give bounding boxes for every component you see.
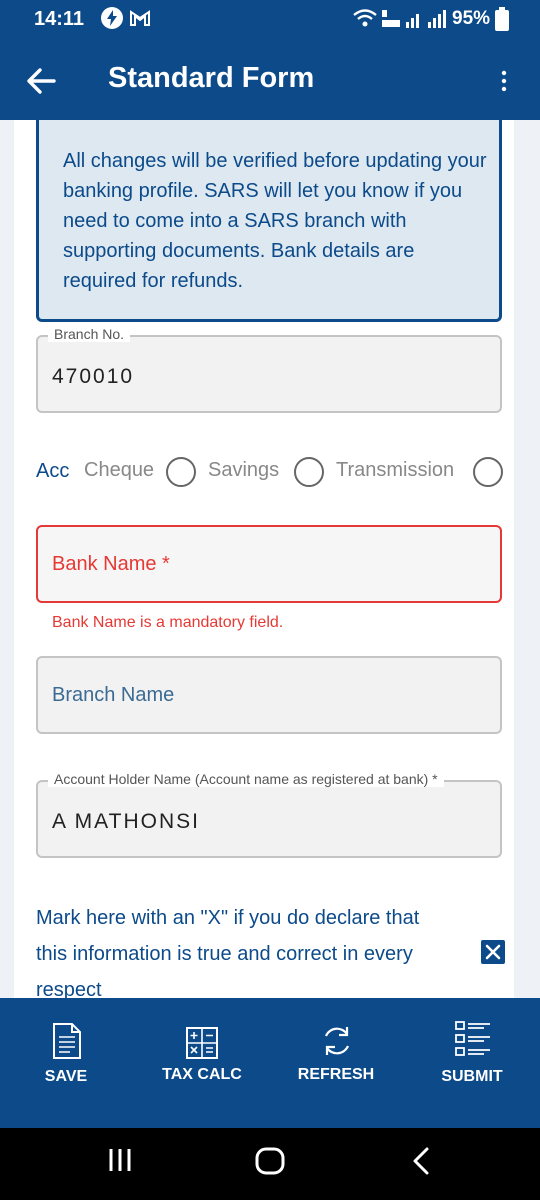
signal-icon <box>404 6 448 35</box>
refresh-button[interactable]: REFRESH <box>290 998 382 1128</box>
status-bar: 14:11 95% <box>0 0 540 40</box>
form-scroll-area[interactable]: All changes will be verified before upda… <box>0 120 540 998</box>
option-savings-label: Savings <box>208 459 280 481</box>
bank-name-error: Bank Name is a mandatory field. <box>52 614 284 631</box>
account-type-label: Acc Type <box>36 460 72 482</box>
calculator-icon <box>186 1027 218 1059</box>
page-title: Standard Form <box>108 62 315 94</box>
status-time: 14:11 <box>34 8 85 30</box>
list-icon <box>455 1021 490 1056</box>
bank-name-placeholder: Bank Name * <box>52 553 170 575</box>
form-card: All changes will be verified before upda… <box>14 120 514 998</box>
account-holder-value: A MATHONSI <box>52 810 200 833</box>
tax-calc-label: TAX CALC <box>162 1066 242 1083</box>
option-transmission-label: Transmission <box>336 459 455 481</box>
document-icon <box>53 1023 81 1059</box>
declaration-text: Mark here with an "X" if you do declare … <box>36 907 420 998</box>
tax-calc-button[interactable]: TAX CALC <box>152 998 252 1128</box>
branch-number-field[interactable]: Branch No. 470010 <box>36 326 502 413</box>
back-nav-icon[interactable] <box>408 1146 436 1181</box>
branch-name-field[interactable]: Branch Name <box>36 656 502 734</box>
account-holder-label: Account Holder Name (Account name as reg… <box>48 771 444 787</box>
more-options-icon[interactable] <box>494 68 514 94</box>
volte-icon <box>380 8 402 35</box>
bank-name-field[interactable]: Bank Name * <box>36 525 502 603</box>
branch-name-placeholder: Branch Name <box>52 684 175 706</box>
account-type-group: Acc Type Cheque Savings Transmission <box>36 455 506 515</box>
radio-transmission[interactable] <box>473 457 503 487</box>
save-button[interactable]: SAVE <box>20 998 112 1128</box>
recent-apps-icon[interactable] <box>106 1146 134 1179</box>
battery-percent: 95% <box>452 8 491 29</box>
refresh-label: REFRESH <box>297 1066 375 1083</box>
info-text: All changes will be verified before upda… <box>63 150 487 292</box>
radio-cheque[interactable] <box>166 457 196 487</box>
option-cheque-label: Cheque <box>84 459 155 481</box>
submit-label: SUBMIT <box>441 1068 503 1085</box>
declaration-checkbox[interactable] <box>481 940 505 964</box>
save-label: SAVE <box>44 1068 88 1085</box>
battery-icon <box>494 6 510 37</box>
home-icon[interactable] <box>254 1146 286 1181</box>
branch-number-value: 470010 <box>52 365 135 388</box>
x-mark-icon <box>485 944 501 960</box>
wifi-icon <box>352 6 378 35</box>
back-arrow-icon[interactable] <box>24 64 58 98</box>
gmail-icon <box>128 6 152 35</box>
lightning-icon <box>100 6 124 35</box>
branch-number-label: Branch No. <box>48 326 131 342</box>
account-holder-field[interactable]: Account Holder Name (Account name as reg… <box>36 771 502 858</box>
refresh-icon <box>324 1027 350 1055</box>
info-notice: All changes will be verified before upda… <box>36 120 502 322</box>
app-bar: Standard Form <box>0 40 540 120</box>
system-nav-bar <box>0 1128 540 1200</box>
submit-button[interactable]: SUBMIT <box>426 998 518 1128</box>
bottom-toolbar: SAVE TAX CALC REFRESH SUBMIT <box>0 998 540 1128</box>
radio-savings[interactable] <box>294 457 324 487</box>
